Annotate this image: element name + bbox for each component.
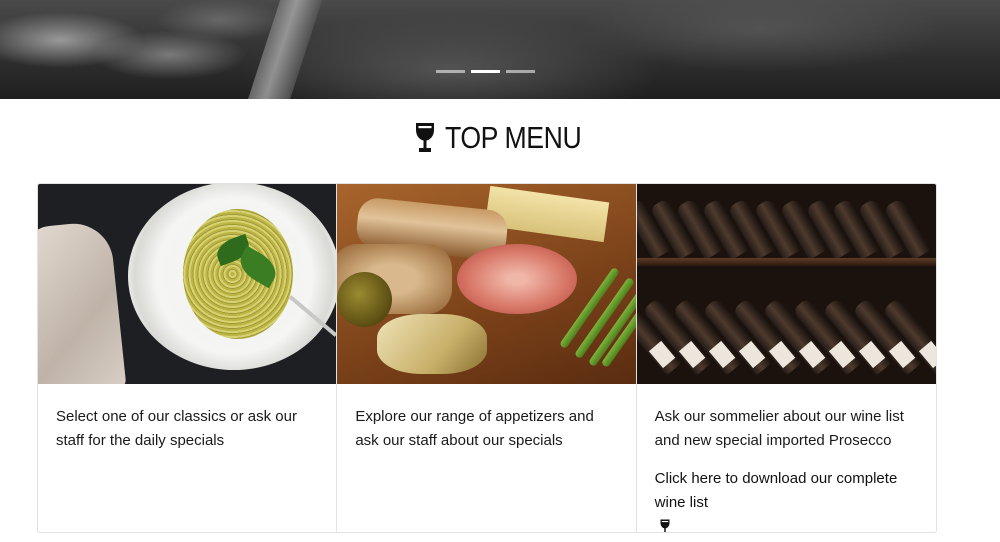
- card-text: Explore our range of appetizers and ask …: [355, 408, 594, 449]
- menu-cards: Select one of our classics or ask our st…: [37, 183, 937, 533]
- pasta-plate-image: [38, 184, 337, 384]
- carousel-indicator-3[interactable]: [506, 70, 535, 73]
- carousel-indicators: [0, 70, 1000, 74]
- appetizer-board-image: [337, 184, 636, 384]
- wine-glass-icon: [660, 519, 670, 532]
- section-header: TOP MENU: [0, 116, 1000, 160]
- card-text: Ask our sommelier about our wine list an…: [654, 408, 904, 449]
- download-wine-list-label: Click here to download our complete wine…: [654, 470, 898, 511]
- card-wine: Ask our sommelier about our wine list an…: [636, 184, 936, 532]
- section-title: TOP MENU: [445, 120, 582, 155]
- hero-background-detail: [244, 0, 326, 99]
- wine-rack-image: [636, 184, 936, 384]
- card-text: Select one of our classics or ask our st…: [56, 408, 297, 449]
- card-appetizers: Explore our range of appetizers and ask …: [337, 184, 637, 532]
- hero-banner: [0, 0, 1000, 99]
- wine-glass-icon: [416, 123, 434, 152]
- card-classics: Select one of our classics or ask our st…: [38, 184, 338, 532]
- carousel-indicator-2[interactable]: [471, 70, 500, 73]
- download-wine-list-link[interactable]: Click here to download our complete wine…: [654, 467, 918, 532]
- carousel-indicator-1[interactable]: [436, 70, 465, 73]
